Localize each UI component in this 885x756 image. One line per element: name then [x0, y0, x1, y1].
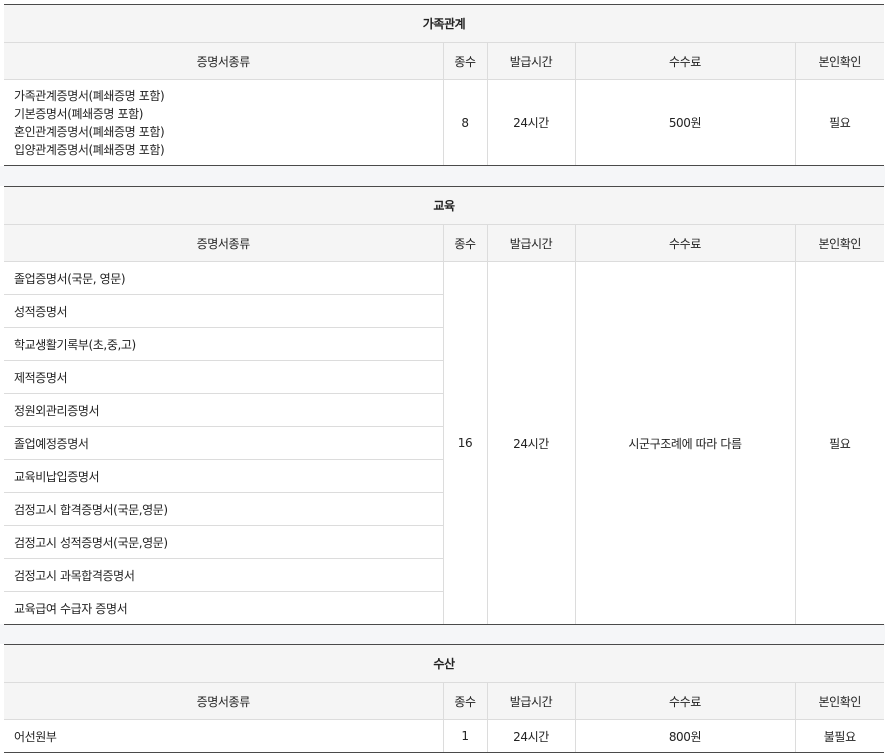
document-name: 검정고시 성적증명서(국문,영문): [4, 525, 443, 559]
column-header-doc-type: 증명서종류: [4, 682, 443, 720]
document-name: 교육급여 수급자 증명서: [4, 591, 443, 625]
family-relations-table: 가족관계 증명서종류 종수 발급시간 수수료 본인확인 가족관계증명서(폐쇄증명…: [4, 4, 885, 166]
column-header-id-check: 본인확인: [794, 42, 885, 80]
column-header-fee: 수수료: [574, 224, 795, 262]
id-check-cell: 필요: [794, 261, 885, 625]
table-row: 어선원부 1 24시간 800원 불필요: [4, 719, 885, 753]
section-family-relations: 가족관계 증명서종류 종수 발급시간 수수료 본인확인 가족관계증명서(폐쇄증명…: [4, 4, 885, 166]
table-header-row: 증명서종류 종수 발급시간 수수료 본인확인: [4, 42, 885, 80]
fisheries-table: 수산 증명서종류 종수 발급시간 수수료 본인확인 어선원부 1 24시간 80…: [4, 644, 885, 753]
issue-time-cell: 24시간: [486, 79, 575, 166]
document-list: 가족관계증명서(폐쇄증명 포함) 기본증명서(폐쇄증명 포함) 혼인관계증명서(…: [4, 79, 443, 166]
column-header-fee: 수수료: [574, 42, 795, 80]
section-title: 교육: [4, 186, 885, 225]
document-name: 졸업예정증명서: [4, 426, 443, 460]
issue-time-cell: 24시간: [486, 719, 575, 753]
table-row: 가족관계증명서(폐쇄증명 포함) 기본증명서(폐쇄증명 포함) 혼인관계증명서(…: [4, 79, 885, 166]
section-gap: [0, 166, 885, 186]
count-cell: 1: [442, 719, 487, 753]
count-cell: 16: [442, 261, 487, 625]
document-name: 졸업증명서(국문, 영문): [4, 261, 443, 295]
document-name: 검정고시 과목합격증명서: [4, 558, 443, 592]
column-header-count: 종수: [442, 42, 487, 80]
document-name: 학교생활기록부(초,중,고): [4, 327, 443, 361]
column-header-count: 종수: [442, 224, 487, 262]
column-header-doc-type: 증명서종류: [4, 224, 443, 262]
document-name: 제적증명서: [4, 360, 443, 394]
fee-cell: 500원: [574, 79, 795, 166]
section-education: 교육 증명서종류 종수 발급시간 수수료 본인확인 졸업증명서(국문, 영문) …: [4, 186, 885, 625]
column-header-id-check: 본인확인: [794, 682, 885, 720]
column-header-count: 종수: [442, 682, 487, 720]
document-name: 정원외관리증명서: [4, 393, 443, 427]
section-gap: [0, 624, 885, 644]
issue-time-cell: 24시간: [486, 261, 575, 625]
table-header-row: 증명서종류 종수 발급시간 수수료 본인확인: [4, 224, 885, 262]
document-name: 성적증명서: [4, 294, 443, 328]
document-name: 검정고시 합격증명서(국문,영문): [4, 492, 443, 526]
document-name: 가족관계증명서(폐쇄증명 포함): [14, 88, 165, 103]
id-check-cell: 불필요: [794, 719, 885, 753]
fee-cell: 800원: [574, 719, 795, 753]
column-header-issue-time: 발급시간: [486, 42, 575, 80]
fee-cell: 시군구조례에 따라 다름: [574, 261, 795, 625]
id-check-cell: 필요: [794, 79, 885, 166]
section-title: 가족관계: [4, 4, 885, 43]
education-table: 교육 증명서종류 종수 발급시간 수수료 본인확인 졸업증명서(국문, 영문) …: [4, 186, 885, 625]
document-name: 기본증명서(폐쇄증명 포함): [14, 106, 144, 121]
count-cell: 8: [442, 79, 487, 166]
document-name: 어선원부: [4, 719, 443, 753]
document-name: 혼인관계증명서(폐쇄증명 포함): [14, 124, 165, 139]
section-title: 수산: [4, 644, 885, 683]
document-name: 입양관계증명서(폐쇄증명 포함): [14, 142, 165, 157]
table-row: 졸업증명서(국문, 영문) 16 24시간 시군구조례에 따라 다름 필요: [4, 261, 885, 625]
column-header-doc-type: 증명서종류: [4, 42, 443, 80]
column-header-id-check: 본인확인: [794, 224, 885, 262]
document-name: 교육비납입증명서: [4, 459, 443, 493]
column-header-fee: 수수료: [574, 682, 795, 720]
column-header-issue-time: 발급시간: [486, 682, 575, 720]
section-fisheries: 수산 증명서종류 종수 발급시간 수수료 본인확인 어선원부 1 24시간 80…: [4, 644, 885, 753]
table-header-row: 증명서종류 종수 발급시간 수수료 본인확인: [4, 682, 885, 720]
column-header-issue-time: 발급시간: [486, 224, 575, 262]
